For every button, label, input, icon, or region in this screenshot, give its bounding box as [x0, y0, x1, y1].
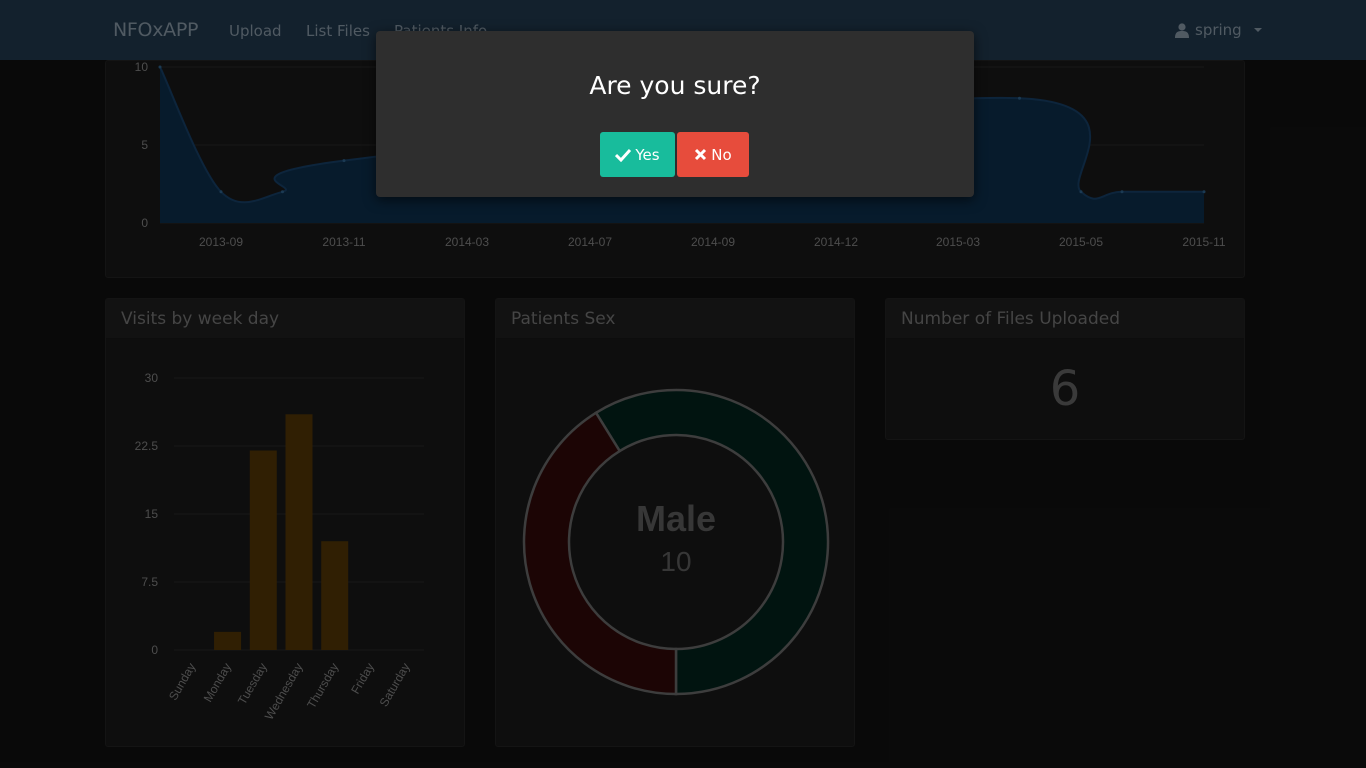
- yes-button[interactable]: Yes: [600, 132, 675, 177]
- yes-button-label: Yes: [635, 145, 660, 164]
- confirm-modal: Are you sure? Yes No: [376, 31, 974, 197]
- close-icon: [695, 148, 707, 161]
- check-icon: [615, 148, 632, 162]
- modal-title: Are you sure?: [589, 71, 761, 100]
- no-button-label: No: [711, 145, 732, 164]
- no-button[interactable]: No: [677, 132, 749, 177]
